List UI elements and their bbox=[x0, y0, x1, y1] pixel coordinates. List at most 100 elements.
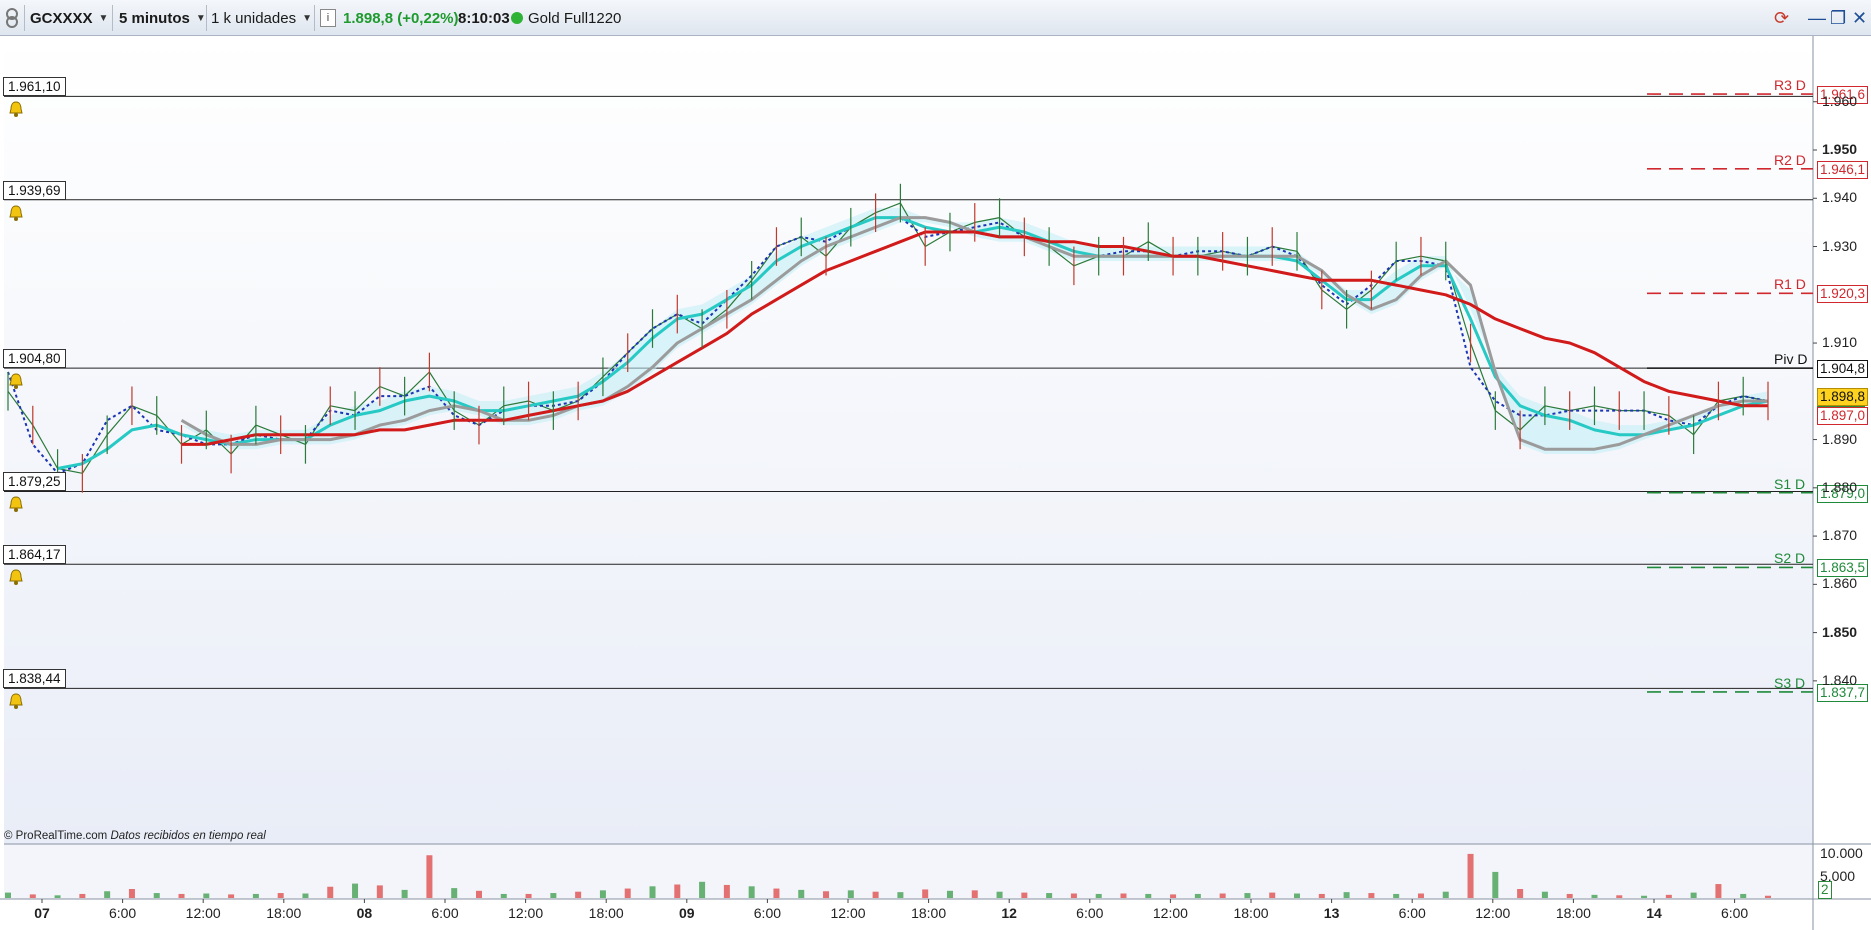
instrument-status: Gold Full1220 bbox=[511, 0, 621, 36]
volume-bar bbox=[1095, 893, 1102, 898]
volume-bar bbox=[1517, 889, 1524, 898]
chevron-down-icon: ▼ bbox=[98, 12, 109, 24]
volume-bar bbox=[1269, 892, 1276, 898]
toolbar-separator bbox=[24, 5, 25, 31]
volume-bar bbox=[1046, 893, 1053, 898]
refresh-icon[interactable]: ⟳ bbox=[1774, 8, 1789, 29]
realtime-label: Datos recibidos en tiempo real bbox=[110, 830, 266, 842]
x-axis-tick: 12:00 bbox=[508, 905, 544, 921]
volume-panel-background bbox=[4, 844, 1813, 899]
volume-bar bbox=[748, 886, 755, 898]
volume-bar bbox=[1492, 871, 1499, 898]
alert-price-tag[interactable]: 1.838,44 bbox=[3, 669, 66, 689]
volume-bar bbox=[1690, 892, 1697, 898]
y-axis-tick: 1.860 bbox=[1822, 575, 1858, 592]
units-selector[interactable]: 1 k unidades ▼ bbox=[211, 0, 312, 36]
bell-icon[interactable] bbox=[6, 692, 26, 712]
app-logo-icon[interactable] bbox=[4, 0, 20, 36]
volume-bar bbox=[426, 855, 433, 898]
minimize-icon[interactable]: — bbox=[1808, 8, 1826, 29]
brand-label: © ProRealTime.com bbox=[4, 830, 108, 842]
volume-bar bbox=[1170, 894, 1177, 898]
volume-bar bbox=[1070, 893, 1077, 898]
volume-bar bbox=[575, 891, 582, 898]
pivot-label: Piv D bbox=[1774, 351, 1808, 368]
chart-canvas[interactable] bbox=[0, 36, 1871, 930]
instrument-name: Gold Full1220 bbox=[528, 9, 622, 27]
volume-bar bbox=[128, 889, 135, 898]
volume-bar bbox=[153, 893, 160, 898]
volume-bar bbox=[475, 890, 482, 898]
volume-bar bbox=[79, 893, 86, 898]
volume-bar bbox=[178, 893, 185, 898]
volume-bar bbox=[1566, 893, 1573, 898]
data-source-note: © ProRealTime.com Datos recibidos en tie… bbox=[4, 830, 266, 842]
volume-bar bbox=[1145, 893, 1152, 898]
volume-bar bbox=[1616, 895, 1623, 898]
restore-icon[interactable]: ❐ bbox=[1830, 8, 1846, 29]
pivot-value-box: 1.904,8 bbox=[1817, 360, 1869, 379]
chart-toolbar: GCXXXX ▼ 5 minutos ▼ 1 k unidades ▼ i 1.… bbox=[0, 0, 1871, 36]
x-axis-tick: 6:00 bbox=[431, 905, 459, 921]
pivot-value-box: 1.920,3 bbox=[1817, 285, 1869, 304]
x-axis-tick: 6:00 bbox=[1720, 905, 1749, 921]
x-axis-tick: 18:00 bbox=[1233, 905, 1269, 921]
volume-bar bbox=[376, 885, 383, 898]
x-axis-tick: 18:00 bbox=[588, 905, 624, 921]
x-axis-tick: 12 bbox=[1001, 905, 1017, 921]
x-axis-tick: 12:00 bbox=[1475, 905, 1511, 921]
volume-bar bbox=[1219, 893, 1226, 898]
y-axis-tick: 1.890 bbox=[1822, 430, 1858, 447]
pivot-label: R1 D bbox=[1774, 276, 1806, 293]
timeframe-label: 5 minutos bbox=[119, 9, 190, 27]
bell-icon[interactable] bbox=[6, 204, 26, 224]
symbol-selector[interactable]: GCXXXX ▼ bbox=[30, 0, 108, 36]
y-axis-tick: 1.840 bbox=[1822, 671, 1858, 688]
bell-icon[interactable] bbox=[6, 495, 26, 515]
volume-bar bbox=[1318, 893, 1325, 898]
volume-bar bbox=[1715, 884, 1722, 898]
clock-time: 8:10:03 bbox=[458, 9, 510, 27]
volume-bar bbox=[1294, 893, 1301, 898]
volume-bar bbox=[996, 891, 1003, 898]
x-axis-tick: 12:00 bbox=[830, 905, 866, 921]
alert-price-tag[interactable]: 1.961,10 bbox=[3, 77, 66, 97]
volume-bar bbox=[1665, 894, 1672, 898]
timeframe-selector[interactable]: 5 minutos ▼ bbox=[119, 0, 206, 36]
volume-bar bbox=[723, 884, 730, 898]
volume-bar bbox=[847, 890, 854, 898]
volume-bar bbox=[1765, 895, 1771, 898]
toolbar-separator bbox=[314, 5, 315, 31]
y-axis-tick: 1.910 bbox=[1822, 334, 1858, 351]
close-icon[interactable]: ✕ bbox=[1852, 8, 1867, 29]
y-axis-tick: 1.850 bbox=[1822, 623, 1858, 640]
volume-bar bbox=[1417, 893, 1424, 898]
volume-bar bbox=[1591, 894, 1598, 898]
volume-bar bbox=[104, 891, 111, 898]
bell-icon[interactable] bbox=[6, 568, 26, 588]
volume-bar bbox=[1442, 891, 1449, 898]
volume-bar bbox=[1194, 893, 1201, 898]
alert-price-tag[interactable]: 1.864,17 bbox=[3, 545, 66, 565]
bell-icon[interactable] bbox=[6, 100, 26, 120]
units-label: 1 k unidades bbox=[211, 9, 297, 27]
pivot-label: S2 D bbox=[1774, 550, 1806, 567]
volume-bar bbox=[550, 893, 557, 898]
volume-bar bbox=[401, 889, 408, 898]
volume-bar bbox=[1368, 893, 1375, 898]
alert-price-tag[interactable]: 1.879,25 bbox=[3, 472, 66, 492]
bell-icon[interactable] bbox=[6, 372, 26, 392]
x-axis-tick: 13 bbox=[1323, 905, 1340, 921]
volume-bar bbox=[500, 893, 507, 898]
volume-badge: 2 bbox=[1818, 881, 1832, 899]
info-button[interactable]: i bbox=[320, 0, 336, 36]
volume-bar bbox=[1467, 853, 1474, 898]
chevron-down-icon: ▼ bbox=[195, 12, 206, 24]
volume-bar bbox=[1021, 892, 1028, 898]
x-axis-tick: 18:00 bbox=[911, 905, 947, 921]
alert-price-tag[interactable]: 1.904,80 bbox=[3, 349, 66, 369]
volume-bar bbox=[872, 891, 879, 898]
alert-price-tag[interactable]: 1.939,69 bbox=[3, 180, 66, 200]
price-chart[interactable]: 1.961,10 1.939,69 1.904,80 1.879,25 1.864,17… bbox=[0, 36, 1871, 930]
pivot-value-box: 1.946,1 bbox=[1817, 160, 1869, 179]
